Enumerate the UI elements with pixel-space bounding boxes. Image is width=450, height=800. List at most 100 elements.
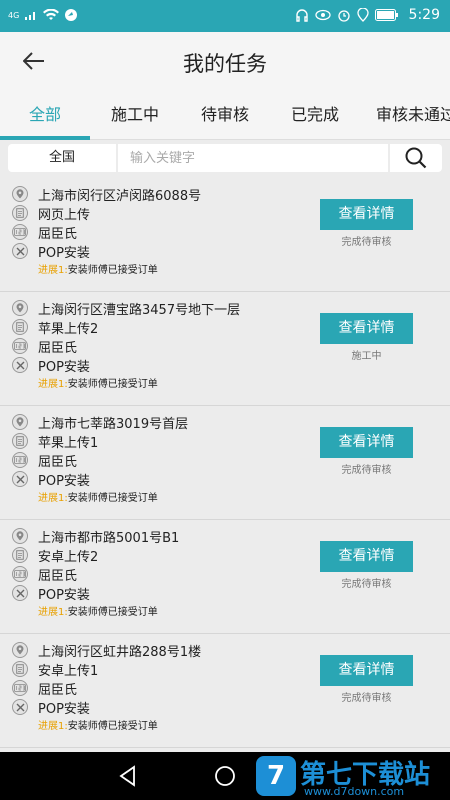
tab-completed[interactable]: 已完成 xyxy=(270,90,360,139)
client-row: 屈臣氏 xyxy=(12,565,78,584)
document-icon xyxy=(12,319,28,335)
tab-all[interactable]: 全部 xyxy=(0,90,90,139)
upload-row: 安卓上传1 xyxy=(12,660,98,679)
address-row: 上海市七莘路3019号首层 xyxy=(12,413,189,432)
task-progress: 进展1:安装师傅已接受订单 xyxy=(38,261,158,276)
number-icon xyxy=(12,566,28,582)
tab-pending-review[interactable]: 待审核 xyxy=(180,90,270,139)
progress-text: 安装师傅已接受订单 xyxy=(67,607,158,618)
nav-back-icon[interactable] xyxy=(116,764,140,788)
type-row: POP安装 xyxy=(12,584,90,603)
clock: 5:29 xyxy=(408,7,440,23)
task-address: 上海闵行区漕宝路3457号地下一层 xyxy=(38,302,241,318)
type-row: POP安装 xyxy=(12,356,90,375)
number-icon xyxy=(12,680,28,696)
client-row: 屈臣氏 xyxy=(12,451,78,470)
location-pin-icon xyxy=(12,414,28,430)
task-client-name: 屈臣氏 xyxy=(38,226,78,242)
status-badge: 完成待审核 xyxy=(341,465,392,476)
location-pin-icon xyxy=(12,186,28,202)
view-details-button[interactable]: 查看详情 xyxy=(320,541,413,572)
nav-bar: 我的任务 xyxy=(0,32,450,90)
client-row: 屈臣氏 xyxy=(12,337,77,356)
task-card: 上海市闵行区泸闵路6088号 网页上传 屈臣氏 POP安装 进展1:安装师傅已接… xyxy=(0,178,450,292)
task-address: 上海市七莘路3019号首层 xyxy=(38,416,189,432)
battery-icon xyxy=(374,9,398,21)
view-details-button[interactable]: 查看详情 xyxy=(320,427,413,458)
document-icon xyxy=(12,661,28,677)
task-type: POP安装 xyxy=(38,245,90,261)
upload-row: 苹果上传1 xyxy=(12,432,99,451)
upload-row: 网页上传 xyxy=(12,204,91,223)
task-client-name: 屈臣氏 xyxy=(38,454,78,470)
tab-bar: 全部 施工中 待审核 已完成 审核未通过 xyxy=(0,90,450,140)
task-card: 上海市七莘路3019号首层 苹果上传1 屈臣氏 POP安装 进展1:安装师傅已接… xyxy=(0,406,450,520)
task-card: 上海闵行区漕宝路3457号地下一层 苹果上传2 屈臣氏 POP安装 进展1:安装… xyxy=(0,292,450,406)
type-row: POP安装 xyxy=(12,470,90,489)
progress-text: 安装师傅已接受订单 xyxy=(67,721,158,732)
tab-in-progress[interactable]: 施工中 xyxy=(90,90,180,139)
view-details-button[interactable]: 查看详情 xyxy=(320,199,413,230)
task-card: 上海闵行区虹井路288号1楼 安卓上传1 屈臣氏 POP安装 进展1:安装师傅已… xyxy=(0,634,450,748)
task-client-name: 屈臣氏 xyxy=(38,682,78,698)
address-row: 上海市都市路5001号B1 xyxy=(12,527,179,546)
region-selector[interactable]: 全国 xyxy=(8,144,116,172)
task-client-name: 屈臣氏 xyxy=(38,568,78,584)
location-pin-icon xyxy=(12,300,28,316)
address-row: 上海闵行区漕宝路3457号地下一层 xyxy=(12,299,241,318)
nav-home-icon[interactable] xyxy=(213,764,237,788)
progress-label: 进展1: xyxy=(38,265,68,276)
tools-icon xyxy=(12,357,28,373)
status-badge: 施工中 xyxy=(351,351,382,362)
task-type: POP安装 xyxy=(38,359,90,375)
task-card: 上海市都市路5001号B1 安卓上传2 屈臣氏 POP安装 进展1:安装师傅已接… xyxy=(0,520,450,634)
type-row: POP安装 xyxy=(12,242,90,261)
headset-icon xyxy=(295,9,308,22)
tools-icon xyxy=(12,585,28,601)
number-icon xyxy=(12,452,28,468)
task-type: POP安装 xyxy=(38,473,90,489)
search-icon xyxy=(405,147,427,169)
status-badge: 完成待审核 xyxy=(341,579,392,590)
client-row: 屈臣氏 xyxy=(12,679,78,698)
view-details-button[interactable]: 查看详情 xyxy=(320,313,413,344)
location-icon xyxy=(356,8,369,22)
task-upload-source: 安卓上传2 xyxy=(38,549,99,565)
tools-icon xyxy=(12,471,28,487)
watermark-logo: 7 xyxy=(256,756,296,796)
status-badge: 完成待审核 xyxy=(341,237,392,248)
progress-text: 安装师傅已接受订单 xyxy=(67,493,158,504)
client-row: 屈臣氏 xyxy=(12,223,78,242)
progress-text: 安装师傅已接受订单 xyxy=(67,265,158,276)
location-pin-icon xyxy=(12,528,28,544)
status-bar: 4G 5:29 xyxy=(0,0,450,32)
view-details-button[interactable]: 查看详情 xyxy=(320,655,413,686)
progress-text: 安装师傅已接受订单 xyxy=(67,379,158,390)
address-row: 上海市闵行区泸闵路6088号 xyxy=(12,185,201,204)
upload-row: 安卓上传2 xyxy=(12,546,99,565)
watermark-url: www.d7down.com xyxy=(304,785,405,798)
task-progress: 进展1:安装师傅已接受订单 xyxy=(38,603,158,618)
search-button[interactable] xyxy=(390,144,442,172)
task-address: 上海闵行区虹井路288号1楼 xyxy=(38,644,202,660)
progress-label: 进展1: xyxy=(38,493,68,504)
number-icon xyxy=(12,224,28,240)
task-type: POP安装 xyxy=(38,587,90,603)
search-input[interactable] xyxy=(118,144,388,172)
signal-icon xyxy=(25,12,36,20)
type-row: POP安装 xyxy=(12,698,90,717)
task-upload-source: 网页上传 xyxy=(38,207,91,223)
wifi-icon xyxy=(43,9,60,20)
app-notify-icon xyxy=(65,9,78,21)
status-badge: 完成待审核 xyxy=(341,693,392,704)
eye-icon xyxy=(314,9,331,21)
task-progress: 进展1:安装师傅已接受订单 xyxy=(38,375,158,390)
address-row: 上海闵行区虹井路288号1楼 xyxy=(12,641,202,660)
document-icon xyxy=(12,205,28,221)
task-upload-source: 苹果上传1 xyxy=(38,435,99,451)
search-bar: 全国 xyxy=(0,140,450,176)
location-pin-icon xyxy=(12,642,28,658)
document-icon xyxy=(12,433,28,449)
tab-review-rejected[interactable]: 审核未通过 xyxy=(376,90,450,139)
task-list: 上海市闵行区泸闵路6088号 网页上传 屈臣氏 POP安装 进展1:安装师傅已接… xyxy=(0,178,450,748)
